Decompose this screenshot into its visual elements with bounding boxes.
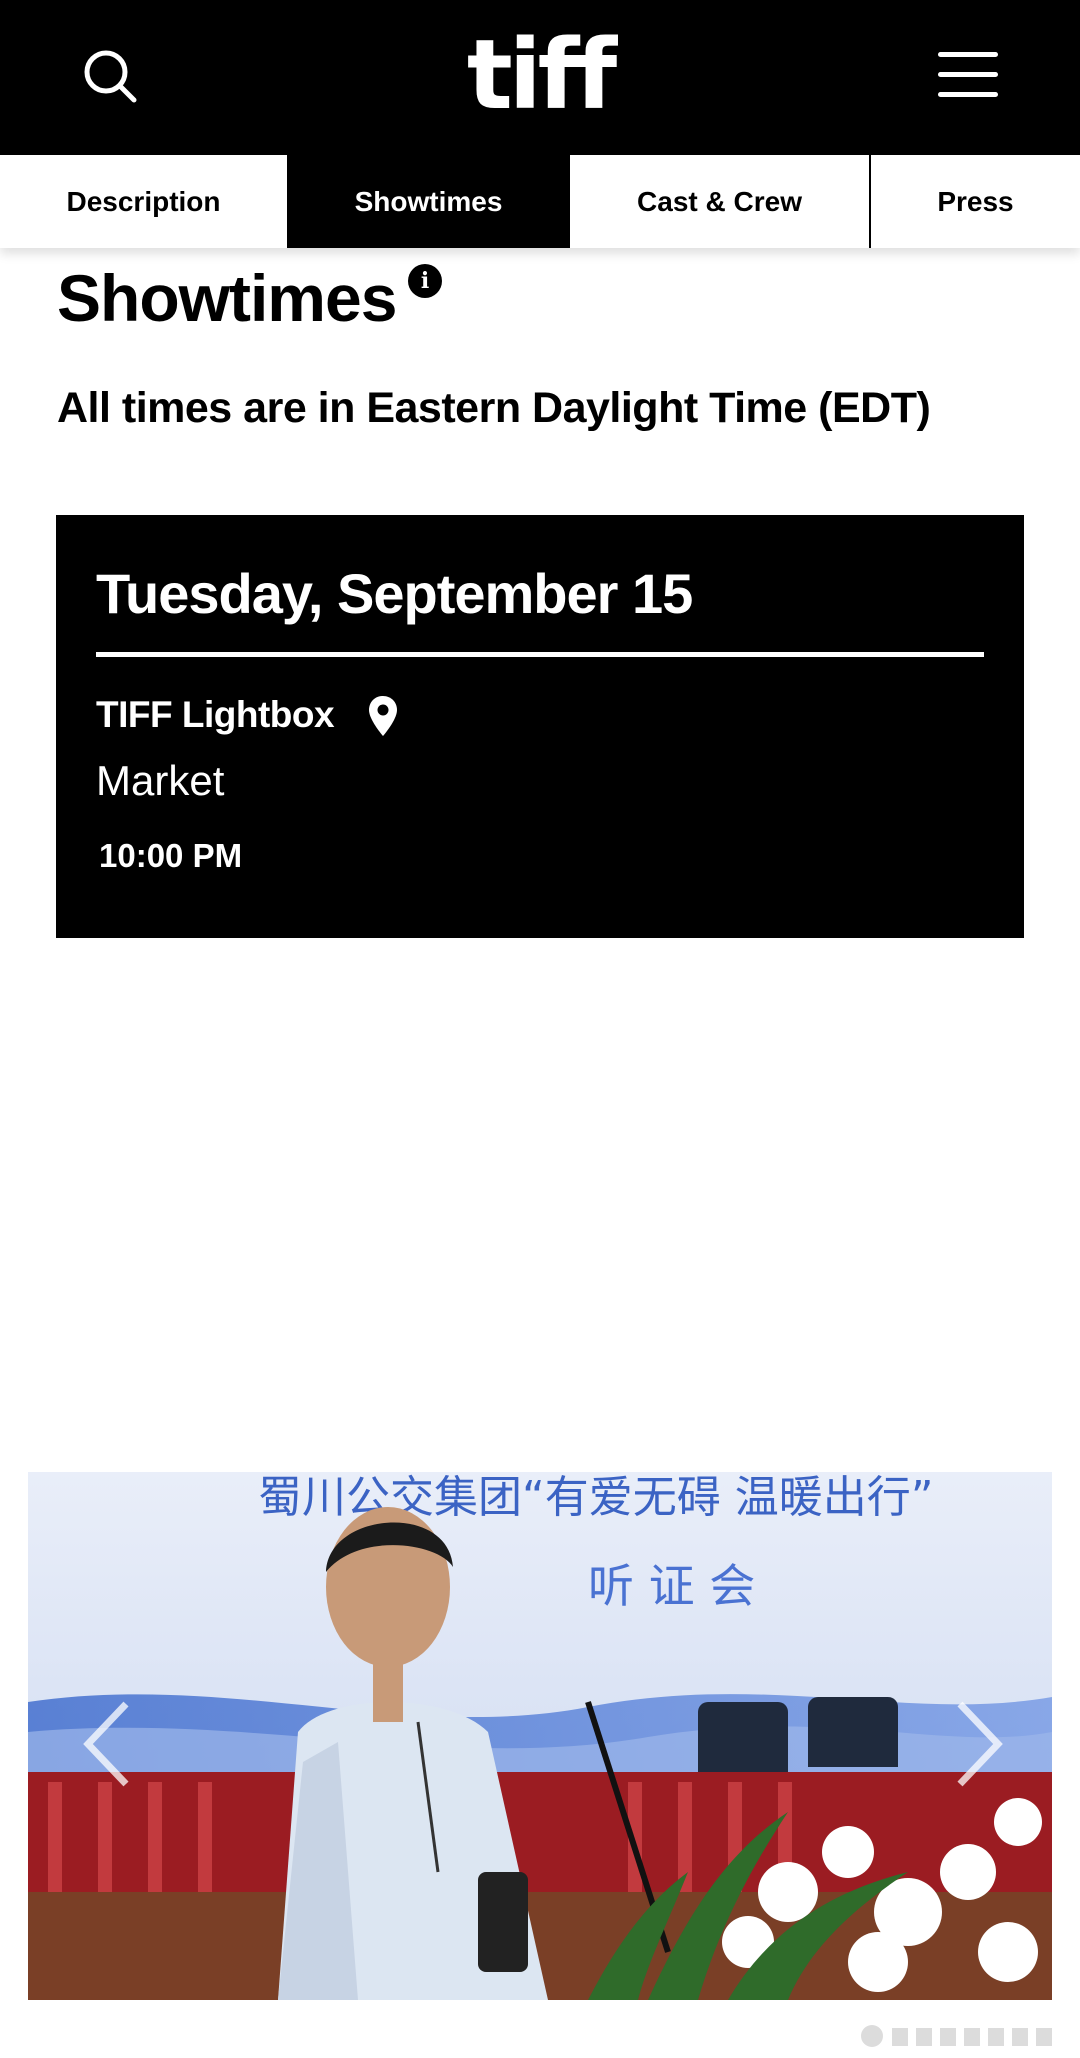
film-still-image: 蜀川公交集团“有爱无碍 温暖出行” 听 证 会 [28, 1472, 1052, 2000]
tab-showtimes[interactable]: Showtimes [287, 155, 570, 248]
chevron-right-icon[interactable] [948, 1694, 1008, 1794]
showtime-date: Tuesday, September 15 [96, 562, 693, 625]
section-tabs: Description Showtimes Cast & Crew Press [0, 155, 1080, 248]
timezone-note: All times are in Eastern Daylight Time (… [57, 384, 931, 432]
venue-name: TIFF Lightbox [96, 694, 335, 735]
tab-press[interactable]: Press [871, 155, 1080, 248]
hamburger-menu-icon[interactable] [938, 52, 998, 98]
location-pin-icon[interactable] [368, 695, 398, 737]
svg-text:蜀川公交集团“有爱无碍 温暖出行”: 蜀川公交集团“有爱无碍 温暖出行” [258, 1472, 934, 1523]
program-name: Market [96, 757, 225, 804]
page-title: Showtimes [57, 261, 397, 335]
tiff-logo[interactable]: tiff [0, 20, 1080, 130]
top-navigation-bar: tiff [0, 0, 1080, 155]
info-icon[interactable]: i [408, 264, 442, 298]
showtime-card: Tuesday, September 15 TIFF Lightbox Mark… [56, 515, 1024, 938]
showtime-time-button[interactable]: 10:00 PM [99, 833, 242, 879]
watermark-image [861, 2025, 1052, 2047]
tab-cast-crew[interactable]: Cast & Crew [570, 155, 871, 248]
chevron-left-icon[interactable] [78, 1694, 138, 1794]
image-carousel[interactable]: 蜀川公交集团“有爱无碍 温暖出行” 听 证 会 [28, 1472, 1052, 2000]
divider [96, 652, 984, 657]
tab-description[interactable]: Description [0, 155, 287, 248]
svg-text:听 证 会: 听 证 会 [588, 1559, 755, 1613]
